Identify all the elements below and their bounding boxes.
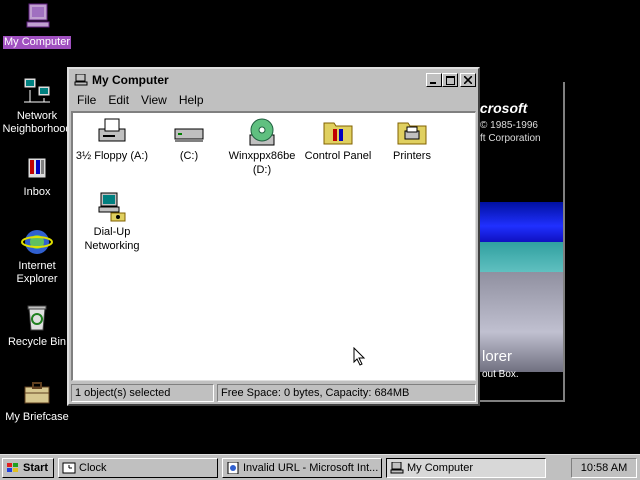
control-panel-icon — [323, 122, 353, 145]
item-floppy-drive[interactable]: 3½ Floppy (A:) — [73, 117, 151, 163]
my-computer-icon — [26, 3, 50, 28]
inbox-icon — [27, 157, 47, 179]
desktop-icon-recycle-bin[interactable]: Recycle Bin — [0, 302, 74, 349]
item-label: 3½ Floppy (A:) — [75, 150, 149, 162]
desktop-icon-my-briefcase[interactable]: My Briefcase — [0, 377, 74, 424]
network-icon — [23, 77, 51, 103]
menu-help[interactable]: Help — [173, 91, 210, 109]
splash-band-blue — [470, 202, 563, 242]
splash-copyright-years: © 1985-1996 — [480, 120, 538, 131]
close-button[interactable] — [460, 73, 476, 87]
splash-about-text: out Box. — [482, 369, 519, 380]
taskbar-button-label: My Computer — [407, 462, 474, 474]
taskbar-button-label: Clock — [79, 462, 107, 474]
splash-logo-text: icrosoft — [476, 100, 528, 116]
recycle-bin-icon — [27, 305, 47, 331]
menu-bar: File Edit View Help — [71, 91, 210, 109]
clock-icon — [62, 462, 76, 474]
item-control-panel[interactable]: Control Panel — [299, 117, 377, 163]
desktop-icon-label: Inbox — [23, 186, 51, 198]
start-label: Start — [23, 462, 49, 474]
status-selected: 1 object(s) selected — [71, 384, 214, 402]
desktop-icon-inbox[interactable]: Inbox — [0, 152, 74, 199]
window-title-bar[interactable]: My Computer — [71, 71, 476, 89]
briefcase-icon — [24, 382, 50, 404]
computer-small-icon — [74, 74, 88, 86]
item-label: Printers — [393, 150, 431, 162]
taskbar-button-internet-explorer[interactable]: Invalid URL - Microsoft Int... — [222, 458, 382, 478]
desktop-icon-network-neighborhood[interactable]: Network Neighborhood — [0, 76, 74, 136]
splash-copyright-corp: ft Corporation — [480, 133, 541, 144]
taskbar: Start Clock Invalid URL - Microsoft Int.… — [0, 454, 640, 480]
taskbar-button-label: Invalid URL - Microsoft Int... — [243, 462, 379, 474]
printers-folder-icon — [397, 122, 427, 145]
desktop-icon-label: Network Neighborhood — [2, 110, 72, 135]
item-label: Dial-Up Networking — [84, 226, 140, 252]
window-title: My Computer — [92, 73, 169, 87]
desktop-icon-my-computer[interactable]: My Computer — [0, 2, 74, 49]
taskbar-button-clock[interactable]: Clock — [58, 458, 218, 478]
background-splash-window[interactable]: icrosoft © 1985-1996 ft Corporation lore… — [470, 82, 565, 402]
mouse-cursor-icon — [353, 347, 366, 366]
desktop-icon-label: Recycle Bin — [7, 336, 67, 348]
splash-band-teal — [470, 242, 563, 272]
minimize-button[interactable] — [426, 73, 442, 87]
document-icon — [227, 462, 239, 474]
item-label: Control Panel — [304, 150, 372, 162]
menu-edit[interactable]: Edit — [102, 91, 135, 109]
hard-drive-icon — [174, 128, 204, 142]
maximize-icon — [445, 75, 455, 85]
status-free-space: Free Space: 0 bytes, Capacity: 684MB — [217, 384, 476, 402]
menu-file[interactable]: File — [71, 91, 102, 109]
desktop-icon-label: My Briefcase — [5, 411, 69, 423]
item-label: Winxppx86be (D:) — [228, 150, 296, 176]
my-computer-window[interactable]: My Computer File Edit View Help 3½ Flopp… — [67, 67, 480, 406]
splash-copyright: © 1985-1996 ft Corporation — [480, 119, 541, 145]
start-button[interactable]: Start — [2, 458, 54, 478]
internet-explorer-icon — [21, 230, 53, 254]
splash-product-text: lorer — [482, 348, 513, 365]
item-drive-c[interactable]: (C:) — [150, 117, 228, 163]
window-content-area[interactable]: 3½ Floppy (A:) (C:) Winxppx86be (D:) Con… — [71, 111, 476, 381]
item-printers[interactable]: Printers — [373, 117, 451, 163]
menu-view[interactable]: View — [135, 91, 173, 109]
system-tray-clock[interactable]: 10:58 AM — [571, 458, 637, 478]
maximize-button[interactable] — [442, 73, 458, 87]
cd-drive-icon — [249, 118, 275, 146]
floppy-drive-icon — [98, 118, 126, 142]
item-label: (C:) — [179, 150, 199, 162]
status-bar: 1 object(s) selected Free Space: 0 bytes… — [71, 384, 476, 402]
desktop-icon-label: My Computer — [2, 36, 72, 49]
item-dial-up-networking[interactable]: Dial-Up Networking — [73, 191, 151, 253]
windows-logo-icon — [7, 463, 18, 472]
desktop-icon-internet-explorer[interactable]: Internet Explorer — [0, 226, 74, 286]
dial-up-networking-icon — [98, 192, 126, 222]
close-icon — [464, 76, 472, 84]
minimize-icon — [430, 82, 436, 84]
item-drive-d[interactable]: Winxppx86be (D:) — [223, 117, 301, 177]
desktop-icon-label: Internet Explorer — [16, 260, 58, 285]
taskbar-button-my-computer[interactable]: My Computer — [386, 458, 546, 478]
computer-small-icon — [390, 462, 404, 474]
